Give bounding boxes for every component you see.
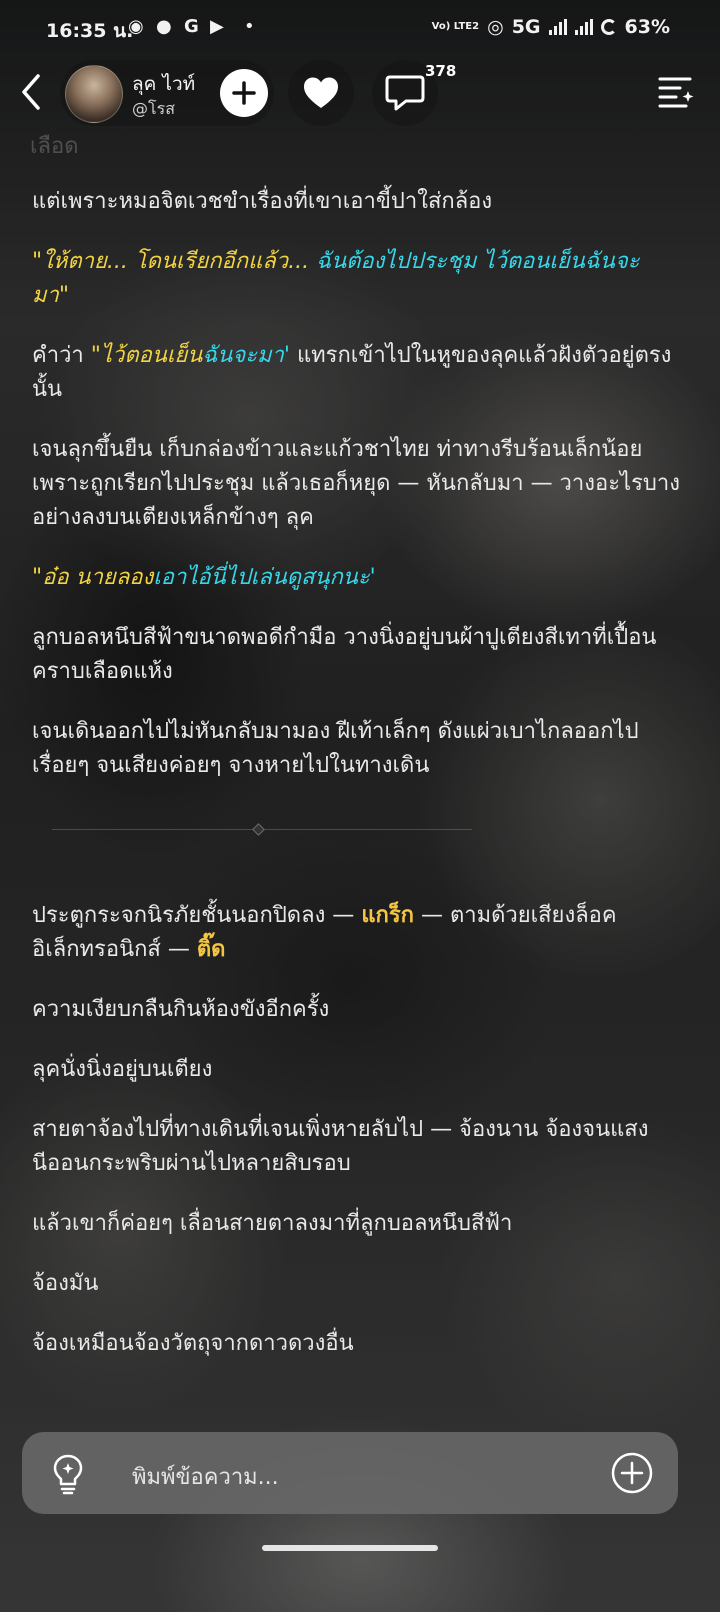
avatar[interactable] bbox=[65, 65, 123, 123]
plus-circle-icon bbox=[611, 1452, 653, 1494]
menu-sparkle-icon bbox=[658, 77, 694, 108]
dialogue: "ให้ตาย... โดนเรียกอีกแล้ว... ฉันต้องไปป… bbox=[32, 249, 640, 308]
story-content: แต่เพราะหมอจิตเวชขำเรื่องที่เขาเอาขี้ปาใ… bbox=[32, 135, 692, 1387]
paragraph: ประตูกระจกนิรภัยชั้นนอกปิดลง — แกร็ก — ต… bbox=[32, 903, 617, 962]
message-composer: พิมพ์ข้อความ... bbox=[22, 1432, 678, 1514]
google-icon: G bbox=[184, 16, 199, 37]
paragraph: จ้องมัน bbox=[32, 1271, 99, 1296]
paragraph: เจนลุกขึ้นยืน เก็บกล่องข้าวและแก้วชาไทย … bbox=[32, 437, 680, 530]
chat-bubble-icon: ● bbox=[156, 16, 172, 37]
paragraph: จ้องเหมือนจ้องวัตถุจากดาวดวงอื่น bbox=[32, 1331, 354, 1356]
status-bar: 16:35 น. ◉ ● G ▶ • Vo) LTE2 ◎ 5G 63% bbox=[0, 0, 720, 56]
chevron-left-icon bbox=[22, 74, 40, 110]
chat-header: ลุค ไวท์ @โรส 378 bbox=[0, 58, 720, 130]
heart-icon bbox=[304, 77, 338, 108]
paragraph: สายตาจ้องไปที่ทางเดินที่เจนเพิ่งหายลับไป… bbox=[32, 1117, 649, 1176]
dialogue: "อ๋อ นายลองเอาไอ้นี่ไปเล่นดูสนุกนะ' bbox=[32, 565, 376, 590]
plus-icon bbox=[232, 81, 256, 105]
like-button[interactable] bbox=[288, 60, 354, 126]
home-indicator[interactable] bbox=[262, 1545, 438, 1551]
sound-effect: ติ๊ด bbox=[196, 937, 226, 962]
paragraph: ความเงียบกลืนกินห้องขังอีกครั้ง bbox=[32, 997, 330, 1022]
comment-count: 378 bbox=[425, 62, 457, 80]
paragraph: แล้วเขาก็ค่อยๆ เลื่อนสายตาลงมาที่ลูกบอลห… bbox=[32, 1211, 513, 1236]
youtube-icon: ▶ bbox=[210, 16, 224, 37]
paragraph: แต่เพราะหมอจิตเวชขำเรื่องที่เขาเอาขี้ปาใ… bbox=[32, 189, 493, 214]
creator-handle: @โรส bbox=[132, 99, 175, 118]
menu-button[interactable] bbox=[656, 74, 696, 110]
hotspot-icon: ◎ bbox=[487, 16, 504, 38]
message-input[interactable]: พิมพ์ข้อความ... bbox=[132, 1459, 279, 1494]
paragraph: ลูกบอลหนึบสีฟ้าขนาดพอดีกำมือ วางนิ่งอยู่… bbox=[32, 625, 657, 684]
sound-effect: แกร็ก bbox=[361, 903, 414, 928]
follow-button[interactable] bbox=[220, 69, 268, 117]
signal-1-icon bbox=[548, 19, 567, 35]
hint-button[interactable] bbox=[48, 1452, 88, 1496]
back-button[interactable] bbox=[18, 72, 46, 112]
paragraph: เจนเดินออกไปไม่หันกลับมามอง ฝีเท้าเล็กๆ … bbox=[32, 719, 639, 778]
paragraph: คำว่า "ไว้ตอนเย็นฉันจะมา' แทรกเข้าไปในหู… bbox=[32, 343, 672, 402]
more-notifications-icon: • bbox=[244, 16, 255, 37]
add-button[interactable] bbox=[610, 1451, 654, 1495]
battery-icon bbox=[600, 19, 617, 35]
volte-indicator: Vo) LTE2 bbox=[431, 21, 480, 32]
speech-bubble-icon bbox=[385, 75, 425, 111]
signal-2-icon bbox=[574, 19, 593, 35]
lightbulb-icon bbox=[53, 1454, 83, 1495]
character-profile[interactable]: ลุค ไวท์ @โรส bbox=[60, 60, 274, 126]
discord-icon: ◉ bbox=[128, 16, 144, 37]
status-time: 16:35 น. bbox=[46, 20, 134, 42]
section-divider bbox=[32, 819, 692, 839]
paragraph: ลุคนั่งนิ่งอยู่บนเตียง bbox=[32, 1057, 213, 1082]
battery-percent: 63% bbox=[624, 16, 670, 38]
network-type: 5G bbox=[511, 16, 541, 38]
character-name: ลุค ไวท์ bbox=[132, 73, 196, 95]
